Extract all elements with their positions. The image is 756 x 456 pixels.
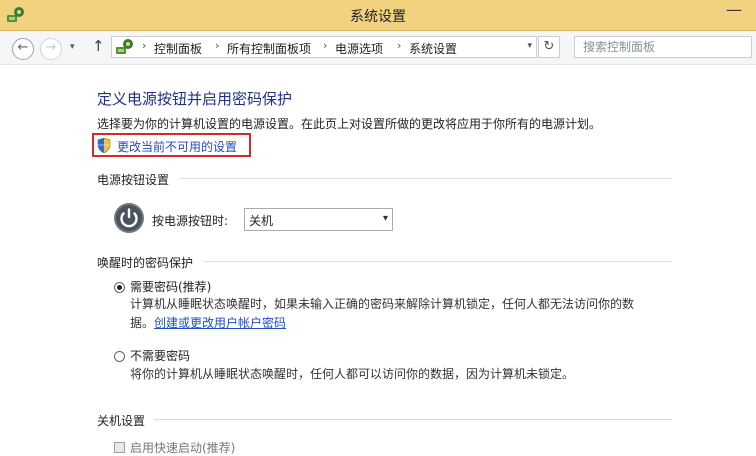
require-password-desc-line2: 据。创建或更改用户帐户密码 xyxy=(130,314,634,333)
page-description: 选择要为你的计算机设置的电源设置。在此页上对设置所做的更改将应用于你所有的电源计… xyxy=(97,117,602,131)
no-password-description: 将你的计算机从睡眠状态唤醒时，任何人都可以访问你的数据，因为计算机未锁定。 xyxy=(130,367,575,381)
create-change-password-link[interactable]: 创建或更改用户帐户密码 xyxy=(154,316,286,330)
title-bar: 系统设置 — xyxy=(0,0,756,31)
back-button[interactable]: ← xyxy=(12,38,34,60)
search-input[interactable] xyxy=(574,36,752,58)
change-unavailable-settings-link[interactable]: 更改当前不可用的设置 xyxy=(117,138,237,155)
power-icon xyxy=(114,203,144,233)
address-bar[interactable]: › 控制面板 › 所有控制面板项 › 电源选项 › 系统设置 ▾ xyxy=(111,36,537,58)
power-button-action-label: 按电源按钮时: xyxy=(152,214,229,228)
breadcrumb-control-panel[interactable]: 控制面板 xyxy=(154,40,202,57)
uac-shield-icon xyxy=(97,138,111,153)
window-title: 系统设置 xyxy=(350,9,406,25)
section-divider xyxy=(180,178,672,179)
no-password-radio[interactable] xyxy=(114,351,125,362)
section-divider xyxy=(204,261,672,262)
no-password-label[interactable]: 不需要密码 xyxy=(130,347,190,364)
address-dropdown-icon[interactable]: ▾ xyxy=(527,41,532,51)
page-title: 定义电源按钮并启用密码保护 xyxy=(97,90,293,108)
breadcrumb-all-items[interactable]: 所有控制面板项 xyxy=(227,40,311,57)
up-button[interactable]: ↑ xyxy=(92,37,105,55)
breadcrumb-separator: › xyxy=(215,39,220,52)
require-password-description: 计算机从睡眠状态唤醒时，如果未输入正确的密码来解除计算机锁定，任何人都无法访问你… xyxy=(130,295,634,333)
breadcrumb-system-settings[interactable]: 系统设置 xyxy=(409,40,457,57)
breadcrumb-separator: › xyxy=(142,39,147,52)
breadcrumb-separator: › xyxy=(323,39,328,52)
recent-locations-dropdown[interactable]: ▾ xyxy=(70,42,75,52)
power-button-section-heading: 电源按钮设置 xyxy=(97,173,170,187)
minimize-button[interactable]: — xyxy=(720,1,748,23)
require-password-radio[interactable] xyxy=(114,282,125,293)
change-settings-highlight: 更改当前不可用的设置 xyxy=(92,133,251,157)
chevron-down-icon: ▾ xyxy=(382,213,388,224)
wake-password-section-heading: 唤醒时的密码保护 xyxy=(97,256,194,270)
forward-button[interactable]: → xyxy=(40,38,62,60)
require-password-desc-prefix: 据。 xyxy=(130,316,155,330)
control-panel-icon xyxy=(116,39,133,54)
power-button-action-value: 关机 xyxy=(249,214,274,228)
breadcrumb-separator: › xyxy=(397,39,402,52)
section-divider xyxy=(154,419,672,420)
main-content: 定义电源按钮并启用密码保护 选择要为你的计算机设置的电源设置。在此页上对设置所做… xyxy=(0,65,756,455)
require-password-desc-line1: 计算机从睡眠状态唤醒时，如果未输入正确的密码来解除计算机锁定，任何人都无法访问你… xyxy=(130,297,635,311)
require-password-label[interactable]: 需要密码(推荐) xyxy=(130,278,211,295)
power-button-action-select[interactable]: 关机 ▾ xyxy=(244,208,393,231)
navigation-bar: ← → ▾ ↑ › 控制面板 › 所有控制面板项 › 电源选项 › 系统设置 ▾… xyxy=(0,31,756,65)
breadcrumb-power-options[interactable]: 电源选项 xyxy=(335,40,383,57)
shutdown-section-heading: 关机设置 xyxy=(97,414,146,428)
refresh-button[interactable]: ↻ xyxy=(538,36,560,58)
